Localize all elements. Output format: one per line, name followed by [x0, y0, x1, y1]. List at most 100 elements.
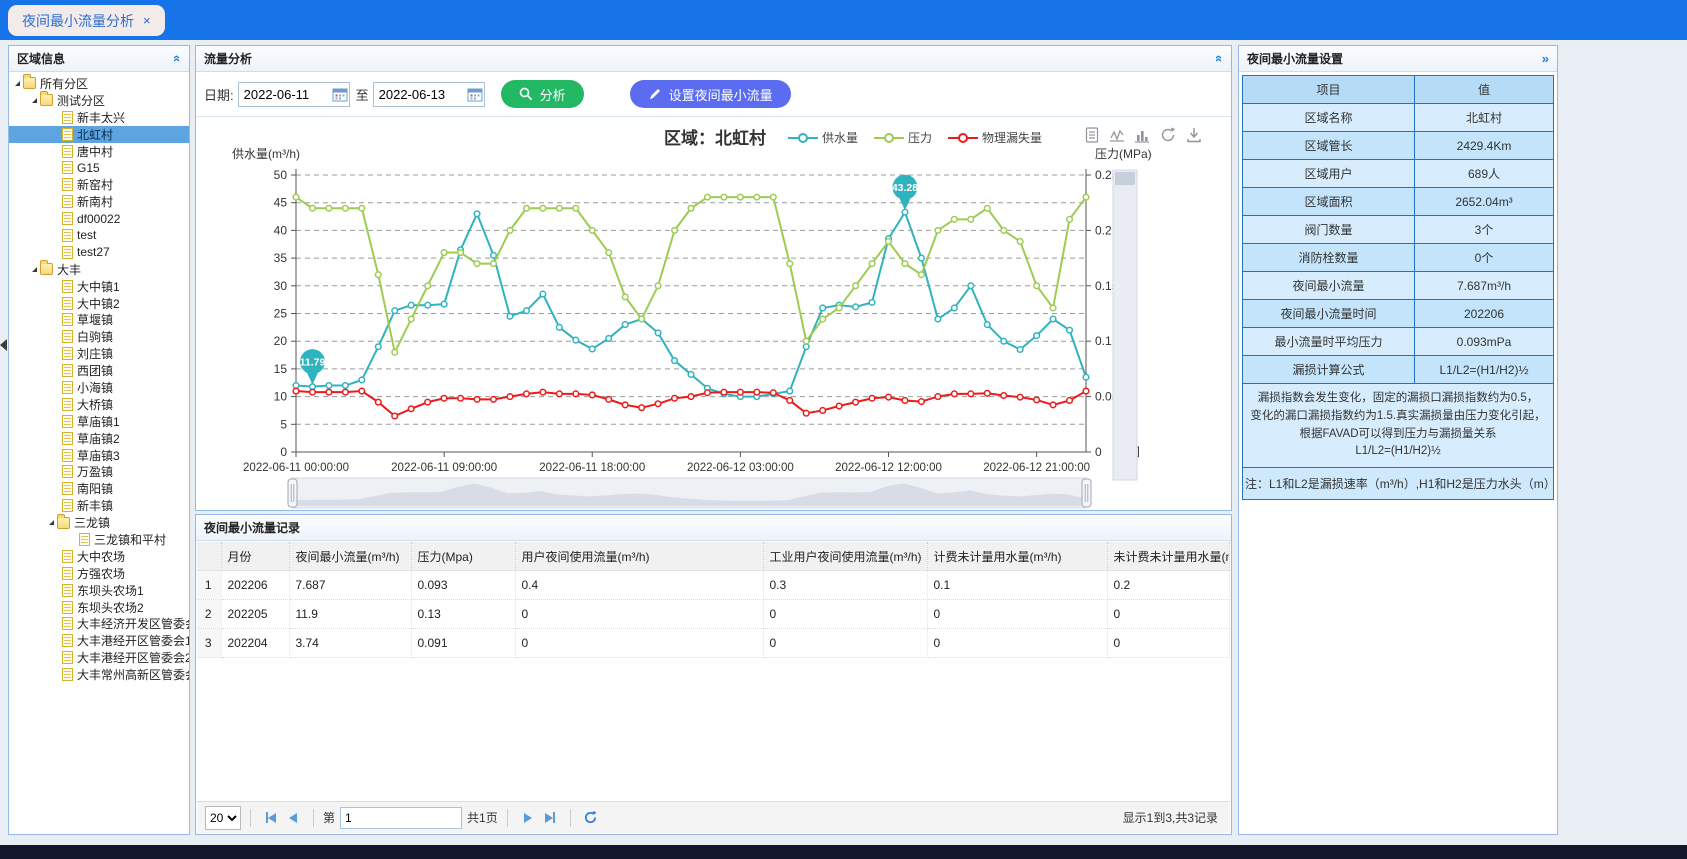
data-view-icon[interactable] — [1084, 126, 1100, 144]
calendar-icon[interactable] — [467, 87, 483, 102]
vertical-zoom-slider[interactable] — [1113, 170, 1137, 480]
download-icon[interactable] — [1186, 126, 1202, 144]
tree-expand-arrow-icon[interactable] — [32, 98, 37, 103]
line-chart-icon[interactable] — [1109, 126, 1125, 144]
tree-node[interactable]: 草庙镇2 — [9, 430, 189, 447]
tree-node[interactable]: 万盈镇 — [9, 463, 189, 480]
tree-node[interactable]: 大中农场 — [9, 548, 189, 565]
next-page-button[interactable] — [517, 807, 539, 829]
set-night-min-flow-button[interactable]: 设置夜间最小流量 — [630, 80, 791, 108]
table-row[interactable]: 32022043.740.0910000 — [197, 629, 1230, 658]
last-page-button[interactable] — [539, 807, 561, 829]
divider — [507, 809, 508, 827]
collapse-up-icon[interactable]: « — [171, 55, 184, 62]
tree-node[interactable]: test — [9, 227, 189, 244]
pagination-bar: 20 第 共1页 显示1到3,共3记录 — [197, 801, 1230, 833]
tree-node[interactable]: 东坝头农场1 — [9, 582, 189, 599]
tree-node[interactable]: 大丰港经开区管委会1 — [9, 632, 189, 649]
tree-node[interactable]: 刘庄镇 — [9, 345, 189, 362]
tree-node-label: 大丰 — [57, 261, 81, 278]
settings-cell: 阀门数量 — [1243, 216, 1415, 244]
svg-text:15: 15 — [274, 362, 288, 376]
records-column-header: 计费未计量用水量(m³/h) — [927, 542, 1107, 571]
settings-row: 区域用户689人 — [1243, 160, 1554, 188]
tab-close-icon[interactable]: × — [143, 13, 151, 28]
first-page-button[interactable] — [260, 807, 282, 829]
tree-node[interactable]: test27 — [9, 244, 189, 261]
analyze-button[interactable]: 分析 — [501, 80, 584, 108]
tree-node-label: 白驹镇 — [77, 328, 113, 345]
file-icon — [62, 482, 73, 495]
collapse-right-icon[interactable]: » — [1542, 52, 1549, 65]
legend-item-供水量[interactable]: 供水量 — [788, 129, 858, 146]
tree-expand-arrow-icon[interactable] — [32, 267, 37, 272]
bar-chart-icon[interactable] — [1134, 126, 1150, 144]
datazoom-handle[interactable] — [1082, 479, 1091, 507]
page-number-input[interactable] — [340, 807, 462, 829]
collapse-up-icon[interactable]: « — [1213, 55, 1226, 62]
records-column-header: 工业用户夜间使用流量(m³/h) — [763, 542, 927, 571]
tree-node[interactable]: 西团镇 — [9, 362, 189, 379]
tree-node[interactable]: 新窑村 — [9, 176, 189, 193]
tree-node[interactable]: 草庙镇1 — [9, 413, 189, 430]
tree-node[interactable]: 大中镇1 — [9, 278, 189, 295]
file-icon — [62, 229, 73, 242]
page-size-select[interactable]: 20 — [205, 806, 241, 830]
tree-node[interactable]: 南阳镇 — [9, 480, 189, 497]
svg-text:2022-06-11 18:00:00: 2022-06-11 18:00:00 — [539, 462, 645, 474]
table-row[interactable]: 220220511.90.130000 — [197, 600, 1230, 629]
tab-night-min-flow-analysis[interactable]: 夜间最小流量分析 × — [8, 5, 165, 36]
table-row[interactable]: 12022067.6870.0930.40.30.10.2 — [197, 571, 1230, 600]
calendar-icon[interactable] — [332, 87, 348, 102]
tree-node[interactable]: 大桥镇 — [9, 396, 189, 413]
tree-node[interactable]: 唐中村 — [9, 143, 189, 160]
tree-node[interactable]: 测试分区 — [9, 92, 189, 109]
tree-node[interactable]: df00022 — [9, 210, 189, 227]
tree-node[interactable]: 所有分区 — [9, 75, 189, 92]
datazoom-handle[interactable] — [288, 479, 297, 507]
tree-node[interactable]: 新南村 — [9, 193, 189, 210]
tree-node[interactable]: 北虹村 — [9, 126, 189, 143]
file-icon — [62, 432, 73, 445]
file-icon — [62, 313, 73, 326]
tree-node[interactable]: 三龙镇 — [9, 514, 189, 531]
left-edge-collapse-icon[interactable] — [0, 339, 7, 351]
legend-marker-icon — [948, 132, 978, 144]
table-cell: 0.1 — [927, 571, 1107, 600]
tree-node[interactable]: 三龙镇和平村 — [9, 531, 189, 548]
tree-node[interactable]: G15 — [9, 159, 189, 176]
tree-node[interactable]: 小海镇 — [9, 379, 189, 396]
tree-node[interactable]: 东坝头农场2 — [9, 599, 189, 616]
tree-node[interactable]: 方强农场 — [9, 565, 189, 582]
tree-node[interactable]: 草堰镇 — [9, 311, 189, 328]
records-column-header: 压力(Mpa) — [411, 542, 515, 571]
prev-page-button[interactable] — [282, 807, 304, 829]
legend-item-压力[interactable]: 压力 — [874, 129, 932, 146]
settings-cell: 夜间最小流量 — [1243, 272, 1415, 300]
table-cell: 3.74 — [289, 629, 411, 658]
svg-text:0.2: 0.2 — [1095, 223, 1112, 237]
tree-expand-arrow-icon[interactable] — [15, 81, 20, 86]
date-from-input[interactable] — [239, 86, 332, 103]
date-to-input[interactable] — [374, 86, 467, 103]
tree-node[interactable]: 新丰镇 — [9, 497, 189, 514]
tree-node[interactable]: 大丰 — [9, 261, 189, 278]
tree-node[interactable]: 大中镇2 — [9, 295, 189, 312]
records-summary: 显示1到3,共3记录 — [1123, 809, 1222, 826]
region-info-panel: 区域信息 « 所有分区测试分区新丰太兴北虹村唐中村G15新窑村新南村df0002… — [8, 45, 190, 835]
tree-node-label: 测试分区 — [57, 92, 105, 109]
tree-node[interactable]: 大丰经济开发区管委会 — [9, 616, 189, 633]
table-cell: 0 — [515, 600, 763, 629]
tree-node[interactable]: 新丰太兴 — [9, 109, 189, 126]
svg-text:2022-06-12 03:00:00: 2022-06-12 03:00:00 — [687, 462, 794, 474]
refresh-icon[interactable] — [1159, 126, 1177, 144]
tree-expand-arrow-icon[interactable] — [49, 520, 54, 525]
reload-icon[interactable] — [580, 807, 602, 829]
tree-node[interactable]: 草庙镇3 — [9, 447, 189, 464]
tree-node-label: 新窑村 — [77, 176, 113, 193]
tree-node[interactable]: 大丰常州高新区管委会 — [9, 666, 189, 683]
legend-item-物理漏失量[interactable]: 物理漏失量 — [948, 129, 1042, 146]
tree-node[interactable]: 白驹镇 — [9, 328, 189, 345]
table-cell: 2 — [197, 600, 221, 629]
tree-node[interactable]: 大丰港经开区管委会2 — [9, 649, 189, 666]
